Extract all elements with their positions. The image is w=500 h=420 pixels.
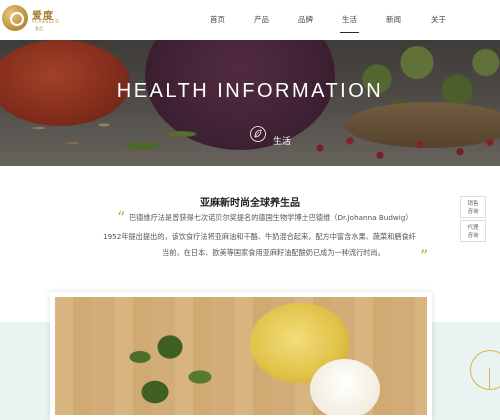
hero-title: HEALTH INFORMATION — [116, 80, 384, 102]
brand-logo[interactable]: 爱度 FLAXSEED 食品 — [2, 5, 72, 35]
nav-home[interactable]: 首页 — [210, 14, 225, 25]
hero-subtitle: 生活 — [273, 137, 292, 147]
article-line-1: 巴德维疗法是曾获得七次诺贝尔奖提名的德国生物学博士巴德维（Dr.Johanna … — [129, 213, 413, 222]
nav-brand[interactable]: 品牌 — [298, 14, 313, 25]
product-photo — [55, 297, 427, 415]
photo-herb — [95, 317, 245, 415]
decorative-line — [489, 368, 490, 390]
nav-life[interactable]: 生活 — [340, 14, 359, 33]
brand-logo-icon — [2, 5, 28, 31]
quote-open-icon: “ — [117, 208, 126, 227]
agent-consult-button[interactable]: 代理咨询 — [460, 220, 486, 242]
nav-about[interactable]: 关于 — [431, 14, 446, 25]
nav-news[interactable]: 新闻 — [386, 14, 401, 25]
article-title: 亚麻新时尚全球养生品 — [200, 198, 300, 209]
hero-banner: HEALTH INFORMATION 生活 — [0, 40, 500, 166]
brand-name-en: FLAXSEED — [32, 20, 60, 25]
leaf-icon — [250, 126, 266, 142]
nav-products[interactable]: 产品 — [254, 14, 269, 25]
brand-sub: 食品 — [35, 26, 43, 31]
sales-consult-button[interactable]: 销售咨询 — [460, 196, 486, 218]
quote-close-icon: ” — [420, 246, 429, 265]
article-line-3: 当前，在日本、欧美等国家食用亚麻籽油配酸奶已成为一种流行时尚。 — [162, 248, 385, 257]
article-line-2: 1952年提出提出的，该饮食疗法将亚麻油和干酪、牛奶混合起来，配方中富含水果、蔬… — [103, 232, 416, 241]
photo-milk-glass — [310, 359, 380, 415]
product-photo-card — [50, 292, 432, 420]
site-header: 爱度 FLAXSEED 食品 首页 产品 品牌 生活 新闻 关于 — [0, 0, 500, 40]
